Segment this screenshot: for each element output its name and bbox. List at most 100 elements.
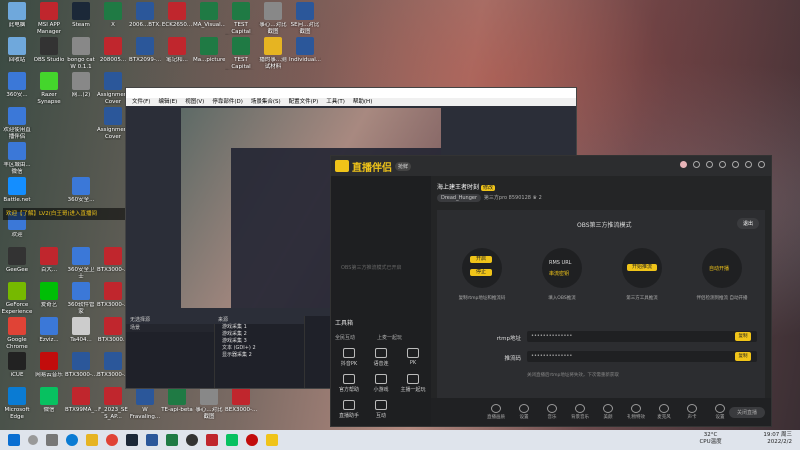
desktop-icon[interactable]: 百大... bbox=[33, 247, 65, 280]
excel-icon[interactable] bbox=[166, 434, 178, 446]
obs-menu-item[interactable]: 帮助(H) bbox=[353, 98, 372, 106]
obs-menu-item[interactable]: 停靠部件(D) bbox=[212, 98, 243, 106]
desktop-icon[interactable]: 爱奇艺 bbox=[33, 282, 65, 315]
bottom-tool[interactable]: 麦克风 bbox=[649, 404, 679, 420]
desktop-icon[interactable]: 事心...对比截图 bbox=[193, 387, 225, 420]
tool-item[interactable]: 语音连 bbox=[367, 348, 395, 367]
desktop-icon[interactable]: iCUE bbox=[1, 352, 33, 385]
desktop-icon[interactable]: Battle.net bbox=[1, 177, 33, 210]
source-row[interactable]: 显示器采集 2 bbox=[214, 352, 304, 359]
message-icon[interactable] bbox=[693, 161, 700, 168]
desktop-icon[interactable]: GeeGee bbox=[1, 247, 33, 280]
search-icon[interactable] bbox=[28, 435, 38, 445]
desktop-icon[interactable]: BTX99MA_... bbox=[65, 387, 97, 420]
obs-menu-item[interactable]: 文件(F) bbox=[132, 98, 150, 106]
source-row[interactable]: 文本 (GDI+) 2 bbox=[214, 345, 304, 352]
desktop-icon[interactable]: Ma...picture bbox=[193, 37, 225, 70]
clock-date[interactable]: 2022/2/2 bbox=[763, 439, 792, 446]
bottom-tool[interactable]: 声卡 bbox=[677, 404, 707, 420]
word-icon[interactable] bbox=[146, 434, 158, 446]
desktop-icon[interactable]: 事心...对比截图 bbox=[257, 2, 289, 35]
streamer-pill[interactable]: Dread_Hunger bbox=[437, 194, 482, 202]
avatar-icon[interactable] bbox=[680, 161, 687, 168]
obs-menu-item[interactable]: 编辑(E) bbox=[158, 98, 177, 106]
task-view-icon[interactable] bbox=[46, 434, 58, 446]
stream-key-field[interactable]: •••••••••••••• 复制 bbox=[527, 351, 757, 362]
rtmp-field[interactable]: •••••••••••••• 复制 bbox=[527, 331, 757, 342]
desktop-icon[interactable]: 360软件管家 bbox=[65, 282, 97, 315]
bottom-tool[interactable]: 礼物特效 bbox=[621, 404, 651, 420]
desktop-icon[interactable]: 笔记和... bbox=[161, 37, 193, 70]
desktop-icon[interactable]: TE-api-beta bbox=[161, 387, 193, 420]
tool-item[interactable]: 抖音PK bbox=[335, 348, 363, 367]
obs-menu-item[interactable]: 工具(T) bbox=[326, 98, 345, 106]
bottom-tool[interactable]: 背景音乐 bbox=[565, 404, 595, 420]
desktop-icon[interactable]: 208005... bbox=[97, 37, 129, 70]
obs-menu-item[interactable]: 场景集合(S) bbox=[251, 98, 281, 106]
tool-item[interactable]: 直播助手 bbox=[335, 400, 363, 419]
desktop-icon[interactable]: 2006...BTX...Z_XTMD_L... bbox=[129, 2, 161, 35]
pdf-icon[interactable] bbox=[206, 434, 218, 446]
edit-title-button[interactable]: 修改 bbox=[480, 185, 495, 191]
desktop-icon[interactable]: 丰区城由...微信 bbox=[1, 142, 33, 175]
desktop-icon[interactable]: 欢迎使用直播伴侣 bbox=[1, 107, 33, 140]
desktop-icon[interactable]: F_2023_SE S_AP... bbox=[97, 387, 129, 420]
desktop-icon[interactable]: 微信 bbox=[33, 387, 65, 420]
desktop-icon[interactable]: Steam bbox=[65, 2, 97, 35]
copy-rtmp-button[interactable]: 复制 bbox=[735, 332, 751, 341]
live-companion-window[interactable]: 直播伴侣 抢鲜 OBS第三方推流模式已开启 工具箱 全民互动 上麦一起玩 抖音P… bbox=[330, 155, 772, 427]
explorer-icon[interactable] bbox=[86, 434, 98, 446]
desktop-icon[interactable]: TEST Capital Budgeting... bbox=[225, 37, 257, 70]
tool-item[interactable]: 互动 bbox=[367, 400, 395, 419]
desktop-icon[interactable]: BTX2099-...Z_XTMD_L... bbox=[129, 37, 161, 70]
desktop-icon[interactable]: bongo cat W 0.1.1 bbox=[65, 37, 97, 70]
desktop-icon[interactable]: GeForce Experience bbox=[1, 282, 33, 315]
source-row[interactable]: 游戏采集 3 bbox=[214, 338, 304, 345]
desktop-icon[interactable]: Individual...reflection bbox=[289, 37, 321, 70]
desktop-icon[interactable]: OBS Studio bbox=[33, 37, 65, 70]
source-row[interactable]: 游戏采集 1 bbox=[214, 324, 304, 331]
desktop-icon[interactable]: BTX3000-... bbox=[65, 352, 97, 385]
exit-mode-button[interactable]: 退出 bbox=[736, 218, 759, 229]
clock-time[interactable]: 19:07 bbox=[763, 432, 779, 438]
desktop-icon[interactable]: 回收站 bbox=[1, 37, 33, 70]
netease-icon[interactable] bbox=[246, 434, 258, 446]
tool-item[interactable]: PK bbox=[399, 348, 427, 366]
edge-icon[interactable] bbox=[66, 434, 78, 446]
gift-icon[interactable] bbox=[706, 161, 713, 168]
bottom-tool[interactable]: 设置 bbox=[509, 404, 539, 420]
step-1-button[interactable]: 开启 bbox=[470, 256, 492, 263]
desktop-icon[interactable]: W Fravaling... bbox=[129, 387, 161, 420]
desktop-icon[interactable]: Google Chrome bbox=[1, 317, 33, 350]
desktop-icon[interactable]: Microsoft Edge bbox=[1, 387, 33, 420]
tool-item[interactable]: 小游戏 bbox=[367, 374, 395, 393]
wechat-icon[interactable] bbox=[226, 434, 238, 446]
bottom-tool[interactable]: 美颜 bbox=[593, 404, 623, 420]
desktop-icon[interactable]: MSI APP Manager bbox=[33, 2, 65, 35]
desktop-icon[interactable]: 360安全卫士 bbox=[65, 247, 97, 280]
desktop-icon[interactable]: 360安... bbox=[1, 72, 33, 105]
desktop-icon[interactable]: MA_Visual... bbox=[193, 2, 225, 35]
obs-menu-item[interactable]: 视图(V) bbox=[185, 98, 204, 106]
bottom-tool[interactable]: 设置 bbox=[705, 404, 735, 420]
desktop-icon[interactable]: Ta404... bbox=[65, 317, 97, 350]
obs-title-bar[interactable] bbox=[126, 88, 576, 98]
tab-play-together[interactable]: 上麦一起玩 bbox=[377, 334, 402, 341]
live-companion-icon[interactable] bbox=[266, 434, 278, 446]
desktop-icon[interactable]: 网...(2) bbox=[65, 72, 97, 105]
maximize-icon[interactable] bbox=[745, 161, 752, 168]
version-badge[interactable]: 抢鲜 bbox=[395, 161, 412, 171]
bottom-tool[interactable]: 音乐 bbox=[537, 404, 567, 420]
desktop-icon[interactable]: ECK2650... bbox=[161, 2, 193, 35]
desktop-icon[interactable]: TEST Capital Budgeting... bbox=[225, 2, 257, 35]
source-row[interactable]: 游戏采集 2 bbox=[214, 331, 304, 338]
desktop-icon[interactable]: 播的事...测试材料 bbox=[257, 37, 289, 70]
desktop-icon[interactable]: 360安全... bbox=[65, 177, 97, 210]
tool-item[interactable]: 官方帮助 bbox=[335, 374, 363, 393]
step-1-button-2[interactable]: 停止 bbox=[470, 269, 492, 276]
tool-item[interactable]: 主播一起玩 bbox=[399, 374, 427, 393]
desktop-icon[interactable]: 网易云音乐 bbox=[33, 352, 65, 385]
desktop-icon[interactable]: BEX3000-... bbox=[225, 387, 257, 420]
close-icon[interactable] bbox=[758, 161, 765, 168]
obs-icon[interactable] bbox=[186, 434, 198, 446]
